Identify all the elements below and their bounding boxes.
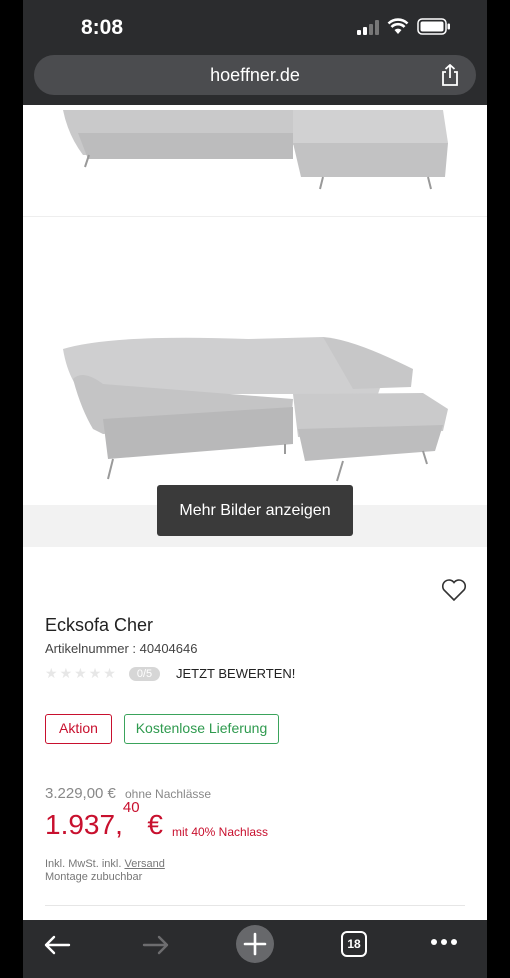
wishlist-heart-icon[interactable] (441, 578, 467, 602)
rating-badge: 0/5 (129, 667, 160, 681)
phone-frame: 8:08 hoeffner.de Mehr Bilder anzeigen Ec… (0, 0, 510, 978)
battery-icon (417, 18, 450, 35)
screen: 8:08 hoeffner.de Mehr Bilder anzeigen Ec… (23, 0, 487, 978)
rate-now-link[interactable]: JETZT BEWERTEN! (176, 666, 295, 681)
back-arrow-icon[interactable] (43, 935, 71, 955)
cellular-signal-icon (357, 20, 379, 35)
product-image-main[interactable] (23, 219, 487, 505)
assembly-note: Montage zubuchbar (45, 871, 143, 883)
price-currency: € (139, 809, 163, 840)
status-time: 8:08 (81, 16, 124, 39)
star-icon: ★ (59, 665, 73, 681)
sofa-image (63, 337, 448, 482)
rating-stars[interactable]: ★ ★ ★ ★ ★ (45, 666, 116, 680)
product-image-top[interactable] (23, 105, 487, 217)
sofa-image-partial (63, 110, 448, 190)
more-menu-icon[interactable] (430, 938, 458, 946)
action-badge: Aktion (45, 714, 112, 744)
tabs-count-button[interactable]: 18 (341, 931, 367, 957)
shipping-link[interactable]: Versand (124, 858, 164, 870)
discount-note: mit 40% Nachlass (172, 825, 269, 839)
price-cents: 40 (122, 798, 140, 816)
star-icon: ★ (45, 665, 58, 681)
product-title: Ecksofa Cher (45, 615, 154, 635)
article-number: Artikelnummer : 40404646 (45, 641, 198, 656)
star-icon: ★ (103, 665, 116, 681)
forward-arrow-icon[interactable] (142, 935, 170, 955)
wifi-icon (387, 18, 409, 34)
status-bar: 8:08 (23, 0, 487, 54)
free-delivery-badge: Kostenlose Lieferung (124, 714, 279, 744)
browser-toolbar: 18 (23, 920, 487, 978)
old-price: 3.229,00 € (45, 785, 116, 802)
star-icon: ★ (88, 665, 102, 681)
star-icon: ★ (74, 665, 87, 681)
share-icon[interactable] (440, 64, 460, 86)
current-price: 1.937,40 € (45, 799, 163, 841)
address-bar[interactable]: hoeffner.de (34, 55, 476, 95)
price-main: 1.937, (45, 809, 123, 840)
vat-prefix: Inkl. MwSt. inkl. (45, 858, 122, 870)
vat-note: Inkl. MwSt. inkl. Versand (45, 858, 165, 870)
url-text[interactable]: hoeffner.de (34, 65, 476, 86)
new-tab-plus-icon[interactable] (235, 924, 275, 964)
more-images-button[interactable]: Mehr Bilder anzeigen (157, 485, 353, 536)
divider (45, 905, 465, 906)
web-page: Mehr Bilder anzeigen Ecksofa Cher Artike… (23, 105, 487, 920)
